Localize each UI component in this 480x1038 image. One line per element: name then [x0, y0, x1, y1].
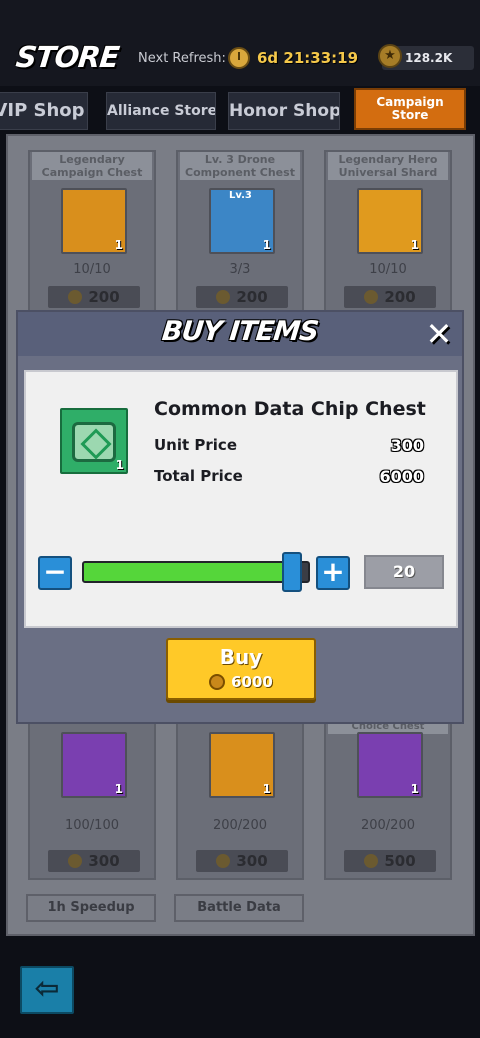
buy-cost-value: 6000: [231, 673, 273, 691]
modal-title: BUY ITEMS: [160, 316, 320, 347]
card-stock: 100/100: [64, 818, 119, 833]
tab-campaign-store[interactable]: Campaign Store: [354, 88, 466, 130]
card-qty: 1: [114, 782, 123, 796]
card-price-value: 200: [88, 288, 120, 306]
shop-card[interactable]: Lv. 3 Drone Component Chest Lv.3 1 3/3 2…: [176, 150, 304, 312]
card-stock: 200/200: [212, 818, 267, 833]
card-stock: 10/10: [73, 262, 111, 277]
honor-medal-icon: [68, 290, 83, 304]
increase-button[interactable]: +: [316, 556, 350, 590]
card-title: Lv. 3 Drone Component Chest: [180, 152, 300, 180]
close-button[interactable]: ✕: [422, 318, 456, 352]
speedup-chest-icon: 1: [61, 732, 127, 798]
item-qty: 1: [115, 458, 124, 472]
refresh-label: Next Refresh:: [138, 51, 226, 66]
top-bar: STORE Next Refresh: 6d 21:33:19 ★ 128.2K: [0, 0, 480, 86]
honor-medal-icon: [216, 854, 231, 868]
card-title: Legendary Campaign Chest: [32, 152, 152, 180]
arrow-left-icon: ⇦: [34, 971, 60, 1006]
card-price-value: 300: [88, 852, 120, 870]
shop-card[interactable]: Legendary Campaign Chest 1 10/10 200: [28, 150, 156, 312]
card-stock: 3/3: [229, 262, 251, 277]
card-price-value: 300: [236, 852, 268, 870]
battle-data-icon: 1: [209, 732, 275, 798]
tab-vip-shop[interactable]: VIP Shop: [0, 92, 88, 130]
lower-card-label[interactable]: Battle Data: [174, 894, 304, 922]
card-price[interactable]: 200: [48, 286, 140, 308]
modal-header: BUY ITEMS ✕: [18, 312, 462, 356]
choice-chest-icon: 1: [357, 732, 423, 798]
card-price-value: 500: [384, 852, 416, 870]
buy-button[interactable]: Buy 6000: [166, 638, 316, 700]
card-price[interactable]: 500: [344, 850, 436, 872]
card-price-value: 200: [236, 288, 268, 306]
page-title: STORE: [14, 40, 121, 74]
slider-fill: [84, 563, 291, 581]
decrease-button[interactable]: −: [38, 556, 72, 590]
tab-alliance-store[interactable]: Alliance Store: [106, 92, 216, 130]
back-button[interactable]: ⇦: [20, 966, 74, 1014]
total-price-label: Total Price: [154, 467, 243, 485]
level-badge: Lv.3: [229, 190, 252, 201]
honor-medal-icon: [209, 674, 226, 690]
quantity-field[interactable]: 20: [364, 555, 444, 589]
modal-content: 1 Common Data Chip Chest Unit Price 300 …: [24, 370, 458, 628]
card-qty: 1: [410, 782, 419, 796]
card-stock: 200/200: [360, 818, 415, 833]
card-price-value: 200: [384, 288, 416, 306]
card-qty: 1: [262, 782, 271, 796]
card-qty: 1: [262, 238, 271, 252]
card-price[interactable]: 200: [196, 286, 288, 308]
card-title: Legendary Hero Universal Shard: [328, 152, 448, 180]
honor-medal-icon: [68, 854, 83, 868]
shop-card[interactable]: Legendary Hero Universal Shard 1 10/10 2…: [324, 150, 452, 312]
tab-honor-shop[interactable]: Honor Shop: [228, 92, 340, 130]
shop-card[interactable]: 1 100/100 300: [28, 722, 156, 880]
honor-medal-icon: [364, 854, 379, 868]
close-icon: ✕: [425, 315, 453, 353]
item-name: Common Data Chip Chest: [154, 398, 426, 420]
card-stock: 10/10: [369, 262, 407, 277]
card-price[interactable]: 300: [196, 850, 288, 872]
card-qty: 1: [410, 238, 419, 252]
honor-medal-icon: ★: [378, 44, 402, 68]
unit-price-label: Unit Price: [154, 436, 237, 454]
minus-icon: −: [43, 555, 67, 588]
buy-label: Buy: [219, 645, 263, 669]
lower-card-label[interactable]: 1h Speedup: [26, 894, 156, 922]
honor-balance: 128.2K: [405, 51, 453, 65]
drone-component-chest-icon: Lv.3 1: [209, 188, 275, 254]
honor-medal-icon: [216, 290, 231, 304]
unit-price-value: 300: [390, 436, 424, 455]
honor-medal-icon: [364, 290, 379, 304]
clock-icon: [228, 47, 250, 69]
campaign-chest-icon: 1: [61, 188, 127, 254]
card-qty: 1: [114, 238, 123, 252]
total-price-value: 6000: [379, 467, 424, 486]
card-price[interactable]: 200: [344, 286, 436, 308]
shop-card[interactable]: 1 200/200 300: [176, 722, 304, 880]
hero-shard-icon: 1: [357, 188, 423, 254]
shop-card[interactable]: Choice Chest 1 200/200 500: [324, 722, 452, 880]
quantity-slider[interactable]: [82, 561, 310, 583]
buy-items-modal: BUY ITEMS ✕ 1 Common Data Chip Chest Uni…: [16, 310, 464, 724]
buy-cost: 6000: [168, 673, 314, 691]
chest-graphic: [72, 422, 116, 462]
plus-icon: +: [321, 555, 345, 588]
card-price[interactable]: 300: [48, 850, 140, 872]
data-chip-chest-icon: 1: [60, 408, 128, 474]
slider-handle[interactable]: [281, 552, 302, 592]
refresh-timer: 6d 21:33:19: [257, 49, 359, 67]
